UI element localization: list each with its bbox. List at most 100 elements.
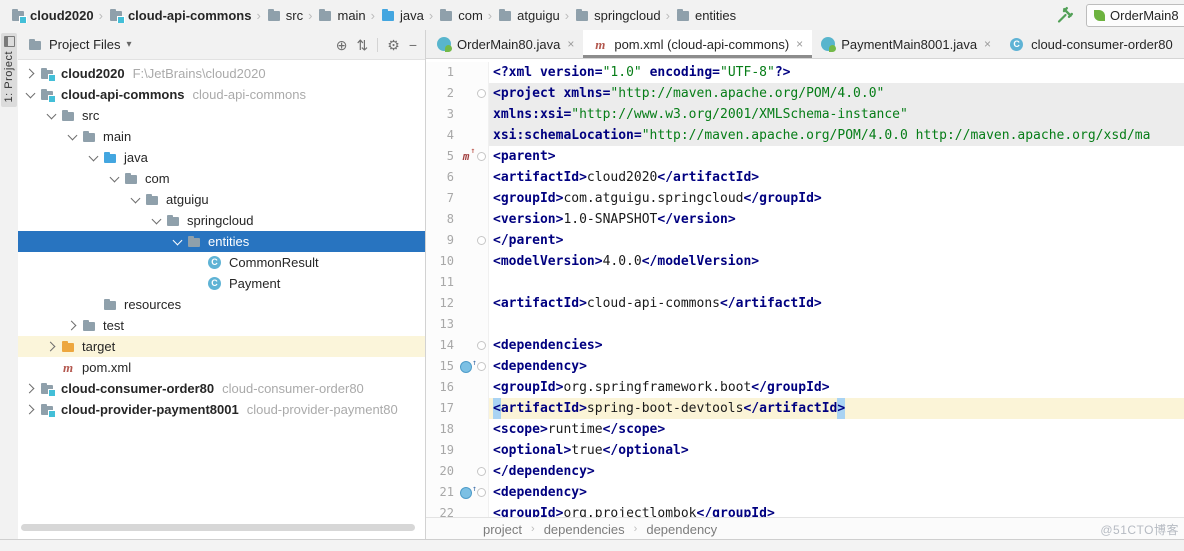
chevron-expanded-icon[interactable] (64, 134, 81, 139)
tree-row-atguigu[interactable]: atguigu (18, 189, 425, 210)
tab-PaymentMain8001.java[interactable]: PaymentMain8001.java× (812, 30, 1000, 58)
tab-close-icon[interactable]: × (796, 37, 803, 51)
tree-row-Payment[interactable]: Payment (18, 273, 425, 294)
code-line-15[interactable]: 15↑ <dependency> (426, 356, 1184, 377)
tree-row-com[interactable]: com (18, 168, 425, 189)
locate-icon[interactable]: ⊕ (336, 38, 348, 52)
xml-breadcrumb-item-project[interactable]: project (483, 522, 522, 537)
tree-row-cloud-api-commons[interactable]: cloud-api-commonscloud-api-commons (18, 84, 425, 105)
breadcrumb-item-entities[interactable]: entities (675, 8, 736, 23)
tree-item-path: cloud-consumer-order80 (222, 381, 364, 396)
tab-close-icon[interactable]: × (567, 37, 574, 51)
tab-cloud-consumer-order80[interactable]: cloud-consumer-order80 (1000, 30, 1182, 58)
project-view-selector[interactable]: Project Files ▾ (27, 37, 132, 52)
chevron-expanded-icon[interactable] (127, 197, 144, 202)
hide-icon[interactable]: − (409, 38, 417, 52)
code-line-21[interactable]: 21↑ <dependency> (426, 482, 1184, 503)
code-line-12[interactable]: 12 <artifactId>cloud-api-commons</artifa… (426, 293, 1184, 314)
project-tool-window-button[interactable]: 1: Project (1, 33, 17, 107)
code-line-14[interactable]: 14 <dependencies> (426, 335, 1184, 356)
gutter-icon-slot: ↑ (457, 356, 475, 377)
code-line-11[interactable]: 11 (426, 272, 1184, 293)
code-line-1[interactable]: 1<?xml version="1.0" encoding="UTF-8"?> (426, 62, 1184, 83)
chevron-collapsed-icon[interactable] (22, 385, 39, 392)
breadcrumb-item-cloud2020[interactable]: cloud2020 (10, 8, 94, 23)
chevron-expanded-icon[interactable] (148, 218, 165, 223)
tab-OrderMain80.java[interactable]: OrderMain80.java× (428, 30, 583, 58)
code-line-2[interactable]: 2<project xmlns="http://maven.apache.org… (426, 83, 1184, 104)
code-line-20[interactable]: 20 </dependency> (426, 461, 1184, 482)
code-line-17[interactable]: 17 <artifactId>spring-boot-devtools</art… (426, 398, 1184, 419)
chevron-expanded-icon[interactable] (43, 113, 60, 118)
run-configuration-select[interactable]: OrderMain8 (1086, 4, 1184, 27)
breadcrumb-item-com[interactable]: com (438, 8, 483, 23)
breadcrumb-item-cloud-api-commons[interactable]: cloud-api-commons (108, 8, 252, 23)
fold-marker[interactable] (475, 83, 489, 104)
dependency-gutter-icon[interactable]: ↑ (460, 361, 472, 373)
maven-parent-gutter-icon[interactable]: m↑ (463, 151, 470, 162)
breadcrumb-item-java[interactable]: java (380, 8, 424, 23)
chevron-expanded-icon[interactable] (22, 92, 39, 97)
code-line-13[interactable]: 13 (426, 314, 1184, 335)
code-line-8[interactable]: 8 <version>1.0-SNAPSHOT</version> (426, 209, 1184, 230)
fold-marker (475, 188, 489, 209)
chevron-expanded-icon[interactable] (106, 176, 123, 181)
breadcrumb-item-atguigu[interactable]: atguigu (497, 8, 560, 23)
dependency-gutter-icon[interactable]: ↑ (460, 487, 472, 499)
chevron-collapsed-icon[interactable] (22, 70, 39, 77)
tree-horizontal-scrollbar[interactable] (21, 524, 415, 531)
code-line-10[interactable]: 10 <modelVersion>4.0.0</modelVersion> (426, 251, 1184, 272)
chevron-collapsed-icon[interactable] (22, 406, 39, 413)
xml-breadcrumb-item-dependency[interactable]: dependency (646, 522, 717, 537)
gutter-icon-slot (457, 335, 475, 356)
tree-row-springcloud[interactable]: springcloud (18, 210, 425, 231)
code-line-19[interactable]: 19 <optional>true</optional> (426, 440, 1184, 461)
code-line-4[interactable]: 4 xsi:schemaLocation="http://maven.apach… (426, 125, 1184, 146)
code-line-16[interactable]: 16 <groupId>org.springframework.boot</gr… (426, 377, 1184, 398)
tree-row-resources[interactable]: resources (18, 294, 425, 315)
chevron-collapsed-icon[interactable] (43, 343, 60, 350)
settings-icon[interactable]: ⚙ (387, 38, 400, 52)
fold-marker[interactable] (475, 335, 489, 356)
tree-row-cloud2020[interactable]: cloud2020F:\JetBrains\cloud2020 (18, 63, 425, 84)
tree-row-main[interactable]: main (18, 126, 425, 147)
line-number: 13 (426, 314, 457, 335)
code-token: xmlns:xsi= (493, 104, 571, 125)
collapse-all-icon[interactable]: ⇅ (357, 38, 369, 52)
chevron-expanded-icon[interactable] (169, 239, 186, 244)
code-line-5[interactable]: 5m↑ <parent> (426, 146, 1184, 167)
code-line-3[interactable]: 3 xmlns:xsi="http://www.w3.org/2001/XMLS… (426, 104, 1184, 125)
fold-marker[interactable] (475, 230, 489, 251)
code-line-18[interactable]: 18 <scope>runtime</scope> (426, 419, 1184, 440)
code-editor[interactable]: 1<?xml version="1.0" encoding="UTF-8"?>2… (426, 59, 1184, 517)
fold-marker[interactable] (475, 482, 489, 503)
build-hammer-icon[interactable] (1056, 6, 1074, 24)
xml-breadcrumb-item-dependencies[interactable]: dependencies (544, 522, 625, 537)
tab-close-icon[interactable]: × (984, 37, 991, 51)
tree-row-CommonResult[interactable]: CommonResult (18, 252, 425, 273)
fold-marker[interactable] (475, 146, 489, 167)
tree-row-cloud-provider-payment8001[interactable]: cloud-provider-payment8001cloud-provider… (18, 399, 425, 420)
breadcrumb-item-main[interactable]: main (317, 8, 365, 23)
breadcrumb-item-src[interactable]: src (266, 8, 303, 23)
code-line-9[interactable]: 9 </parent> (426, 230, 1184, 251)
class-icon (207, 276, 223, 291)
watermark: @51CTO博客 (1100, 521, 1179, 538)
tree-row-java[interactable]: java (18, 147, 425, 168)
fold-marker[interactable] (475, 461, 489, 482)
breadcrumb-separator-icon: › (371, 8, 375, 23)
code-line-22[interactable]: 22 <groupId>org.projectlombok</groupId> (426, 503, 1184, 517)
tree-row-src[interactable]: src (18, 105, 425, 126)
fold-marker[interactable] (475, 356, 489, 377)
chevron-collapsed-icon[interactable] (64, 322, 81, 329)
tab-pom.xml (cloud-api-commons)[interactable]: mpom.xml (cloud-api-commons)× (583, 30, 812, 58)
breadcrumb-item-springcloud[interactable]: springcloud (574, 8, 661, 23)
tree-row-test[interactable]: test (18, 315, 425, 336)
tree-row-entities[interactable]: entities (18, 231, 425, 252)
code-line-7[interactable]: 7 <groupId>com.atguigu.springcloud</grou… (426, 188, 1184, 209)
code-line-6[interactable]: 6 <artifactId>cloud2020</artifactId> (426, 167, 1184, 188)
tree-row-cloud-consumer-order80[interactable]: cloud-consumer-order80cloud-consumer-ord… (18, 378, 425, 399)
tree-row-pom.xml[interactable]: mpom.xml (18, 357, 425, 378)
chevron-expanded-icon[interactable] (85, 155, 102, 160)
tree-row-target[interactable]: target (18, 336, 425, 357)
